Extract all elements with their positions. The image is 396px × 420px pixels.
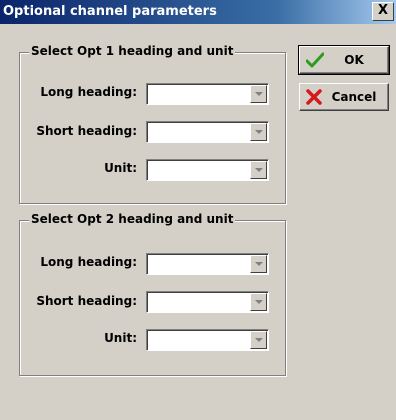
opt1-unit-combo[interactable] <box>146 159 269 181</box>
opt1-short-heading-label: Short heading: <box>36 124 137 138</box>
chevron-down-icon <box>255 130 263 134</box>
chevron-down-icon <box>255 168 263 172</box>
opt1-groupbox: Select Opt 1 heading and unit Long headi… <box>19 44 286 204</box>
chevron-down-icon <box>255 300 263 304</box>
close-icon: X <box>377 3 389 18</box>
opt1-unit-dropdown-button[interactable] <box>250 161 267 179</box>
cancel-button[interactable]: Cancel <box>299 83 389 111</box>
opt1-short-heading-dropdown-button[interactable] <box>250 123 267 141</box>
ok-button[interactable]: OK <box>298 45 390 75</box>
opt2-unit-combo[interactable] <box>146 329 269 351</box>
title-bar: Optional channel parameters X <box>0 0 396 24</box>
chevron-down-icon <box>255 262 263 266</box>
opt1-short-heading-combo[interactable] <box>146 121 269 143</box>
opt1-long-heading-label: Long heading: <box>40 85 137 99</box>
cancel-button-label: Cancel <box>331 90 377 104</box>
opt2-short-heading-combo[interactable] <box>146 291 269 313</box>
opt2-short-heading-label: Short heading: <box>36 294 137 308</box>
opt2-unit-dropdown-button[interactable] <box>250 331 267 349</box>
opt2-long-heading-dropdown-button[interactable] <box>250 255 267 273</box>
opt2-short-heading-dropdown-button[interactable] <box>250 293 267 311</box>
close-button[interactable]: X <box>372 2 394 21</box>
window-title: Optional channel parameters <box>3 4 217 19</box>
opt1-long-heading-combo[interactable] <box>146 83 269 105</box>
chevron-down-icon <box>255 338 263 342</box>
opt1-unit-label: Unit: <box>104 161 137 175</box>
opt1-group-title: Select Opt 1 heading and unit <box>29 44 236 58</box>
chevron-down-icon <box>255 92 263 96</box>
opt2-unit-label: Unit: <box>104 331 137 345</box>
ok-button-label: OK <box>344 53 364 67</box>
opt2-groupbox: Select Opt 2 heading and unit Long headi… <box>19 212 286 376</box>
opt1-long-heading-dropdown-button[interactable] <box>250 85 267 103</box>
opt2-long-heading-label: Long heading: <box>40 255 137 269</box>
opt2-long-heading-combo[interactable] <box>146 253 269 275</box>
opt2-group-title: Select Opt 2 heading and unit <box>29 212 236 226</box>
